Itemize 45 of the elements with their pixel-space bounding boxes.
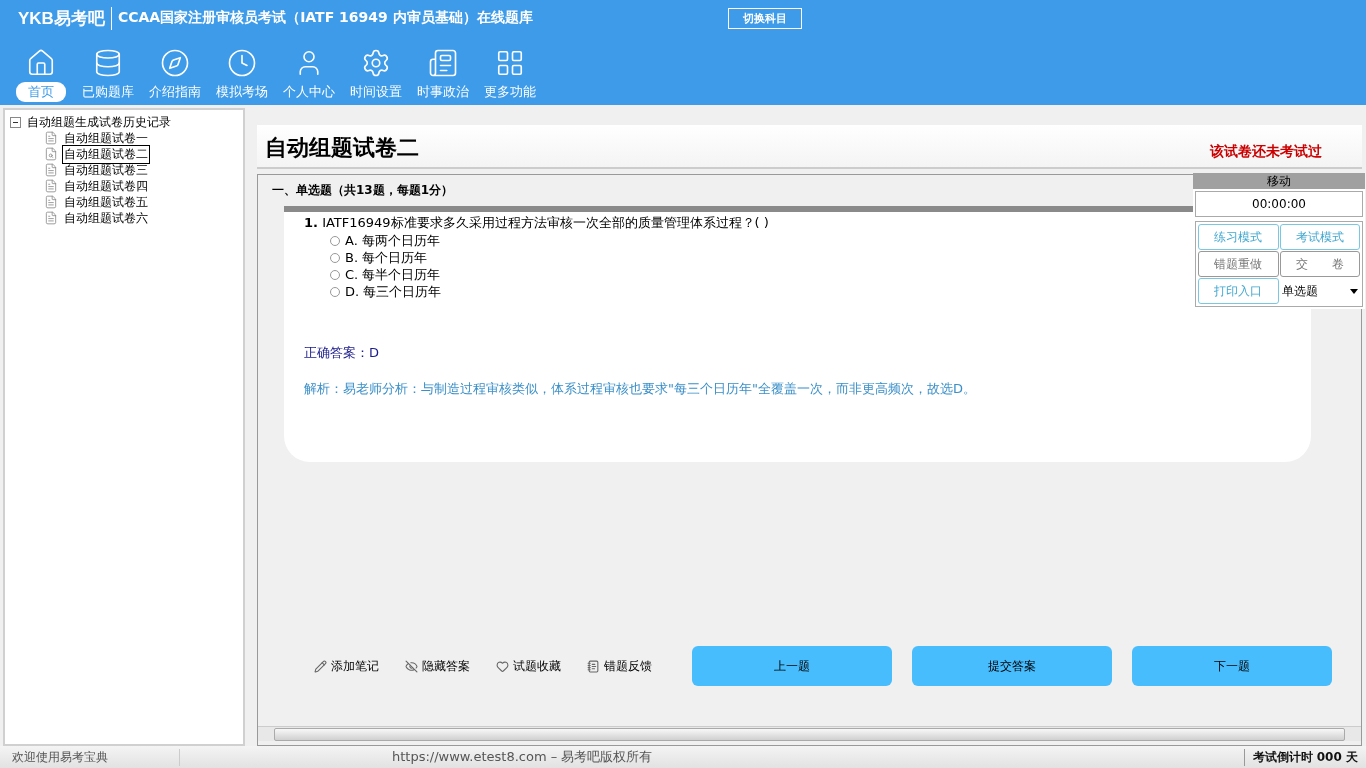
copyright-text: https://www.etest8.com – 易考吧版权所有 — [392, 748, 653, 766]
question-text: 1. IATF16949标准要求多久采用过程方法审核一次全部的质量管理体系过程？( ) — [304, 214, 770, 232]
pencil-icon — [314, 659, 327, 673]
document-icon — [44, 179, 58, 193]
newspaper-icon — [427, 48, 458, 78]
radio-icon[interactable] — [330, 252, 340, 263]
nav-button[interactable]: 提交答案 — [912, 646, 1112, 686]
eye-icon — [405, 659, 418, 673]
section-heading: 一、单选题（共13题，每题1分） — [272, 182, 454, 199]
nav-button[interactable]: 下一题 — [1132, 646, 1332, 686]
action-link[interactable]: 添加笔记 — [308, 656, 385, 676]
document-icon — [44, 131, 58, 145]
clock-icon — [226, 48, 257, 78]
paper-title: 自动组题试卷二 — [265, 134, 419, 162]
notebook-icon — [587, 659, 600, 673]
caret-icon — [1350, 288, 1358, 294]
action-link[interactable]: 试题收藏 — [490, 656, 567, 676]
heart-icon — [496, 659, 509, 673]
answer-option[interactable]: C. 每半个日历年 — [330, 266, 441, 283]
action-link[interactable]: 隐藏答案 — [399, 656, 476, 676]
nav-button[interactable]: 上一题 — [692, 646, 892, 686]
document-icon — [44, 195, 58, 209]
welcome-text: 欢迎使用易考宝典 — [0, 748, 180, 766]
exam-status: 该试卷还未考试过 — [1210, 143, 1322, 161]
correct-answer: 正确答案：D — [304, 344, 380, 362]
horizontal-scrollbar[interactable] — [258, 726, 1361, 741]
answer-analysis: 解析：易老师分析：与制造过程审核类似，体系过程审核也要求"每三个日历年"全覆盖一次，而非更高频次，故选D。 — [304, 380, 977, 398]
document-icon — [44, 163, 58, 177]
radio-icon[interactable] — [330, 235, 340, 246]
exam-countdown: 考试倒计时 000 天 — [1243, 748, 1366, 766]
document-icon — [44, 211, 58, 225]
answer-option[interactable]: D. 每三个日历年 — [330, 283, 442, 300]
radio-icon[interactable] — [330, 269, 340, 280]
answer-option[interactable]: A. 每两个日历年 — [330, 232, 440, 249]
timer-display: 00:00:00 — [1195, 191, 1363, 217]
radio-icon[interactable] — [330, 286, 340, 297]
compass-icon — [159, 48, 190, 78]
app-logo: YKB易考吧 — [18, 6, 112, 30]
document-icon — [44, 147, 58, 161]
action-link[interactable]: 错题反馈 — [581, 656, 658, 676]
app-title: CCAA国家注册审核员考试（IATF 16949 内审员基础）在线题库 — [117, 9, 534, 27]
answer-option[interactable]: B. 每个日历年 — [330, 249, 428, 266]
panel-title: 移动 — [1193, 173, 1365, 189]
tree-item[interactable]: 自动组题试卷二 — [62, 144, 150, 164]
collapse-toggle-icon[interactable] — [10, 116, 21, 128]
